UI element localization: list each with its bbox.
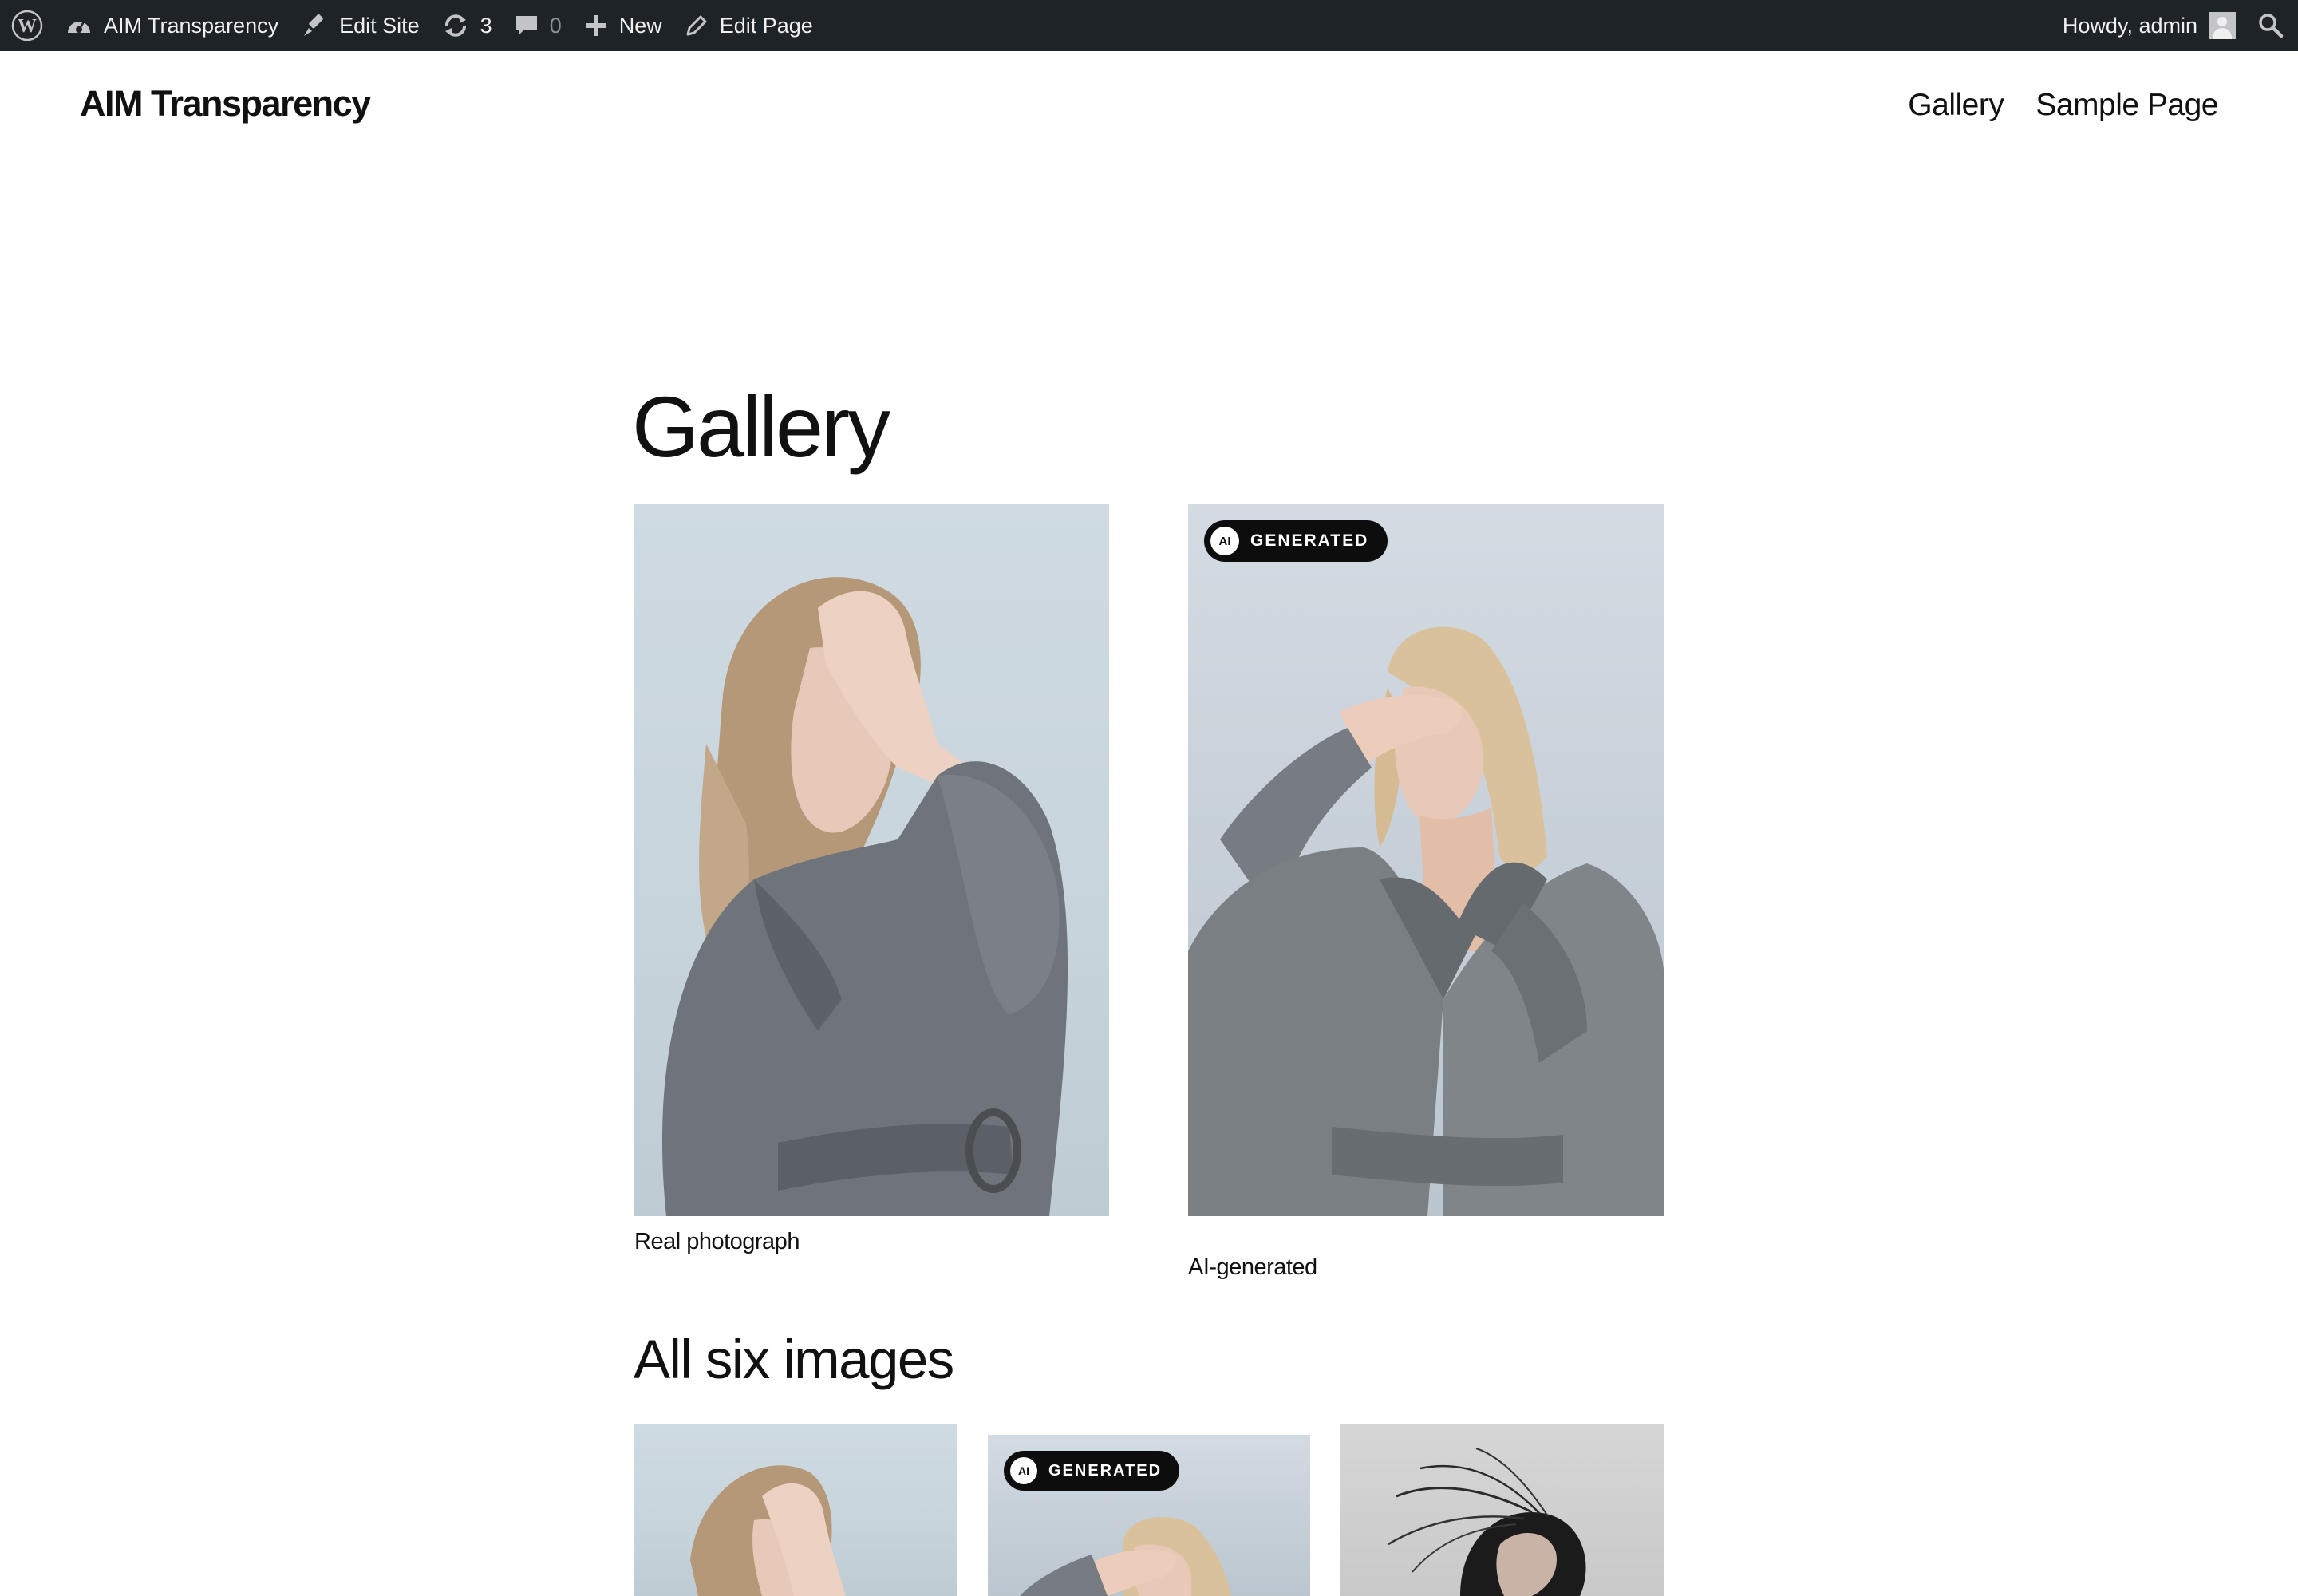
- comments-button[interactable]: 0: [503, 0, 573, 51]
- nav-item-sample-page[interactable]: Sample Page: [2035, 88, 2218, 123]
- refresh-icon: [444, 14, 466, 37]
- admin-bar: W AIM Transparency Edit Site 3 0 New Edi…: [0, 0, 2298, 51]
- updates-count: 3: [480, 13, 492, 38]
- search-button[interactable]: [2247, 0, 2298, 51]
- wordpress-logo-icon: W: [11, 10, 43, 41]
- portrait-photo-art: [1388, 1448, 1586, 1596]
- avatar: [2209, 12, 2236, 39]
- site-name-menu[interactable]: AIM Transparency: [54, 0, 290, 51]
- plus-icon: [585, 15, 606, 36]
- portrait-photo-art: [1188, 626, 1664, 1216]
- ai-label: AI: [1010, 1457, 1037, 1484]
- edit-site-label: Edit Site: [339, 13, 420, 38]
- updates-button[interactable]: 3: [431, 0, 503, 51]
- comments-count: 0: [549, 13, 562, 38]
- nav-item-gallery[interactable]: Gallery: [1908, 88, 2004, 123]
- featured-image-real[interactable]: [634, 504, 1109, 1216]
- pencil-icon: [686, 15, 707, 36]
- featured-caption-real: Real photograph: [634, 1229, 800, 1254]
- new-content-button[interactable]: New: [573, 0, 673, 51]
- edit-page-label: Edit Page: [719, 13, 813, 38]
- wordpress-logo-button[interactable]: W: [0, 0, 54, 51]
- my-account-menu[interactable]: Howdy, admin: [2051, 0, 2247, 51]
- badge-label: GENERATED: [1048, 1461, 1163, 1479]
- brush-icon: [304, 14, 323, 36]
- site-title[interactable]: AIM Transparency: [80, 83, 371, 124]
- comment-bubble-icon: [515, 16, 537, 35]
- ai-generated-badge: AI GENERATED: [1204, 520, 1388, 562]
- thumbnail-image[interactable]: [1340, 1424, 1664, 1596]
- svg-text:W: W: [18, 16, 37, 37]
- ai-generated-badge: AI GENERATED: [1004, 1451, 1180, 1491]
- dashboard-gauge-icon: [68, 20, 90, 33]
- site-name-label: AIM Transparency: [104, 13, 279, 38]
- thumbnail-image[interactable]: [634, 1424, 958, 1596]
- primary-navigation: Gallery Sample Page: [1908, 88, 2218, 123]
- edit-page-button[interactable]: Edit Page: [673, 0, 824, 51]
- portrait-photo-art: [690, 1465, 846, 1596]
- thumbnail-image-ai[interactable]: AI GENERATED: [988, 1435, 1310, 1596]
- featured-caption-ai: AI-generated: [1188, 1254, 1317, 1280]
- new-label: New: [618, 13, 662, 38]
- edit-site-button[interactable]: Edit Site: [290, 0, 431, 51]
- portrait-photo-art: [661, 577, 1068, 1216]
- page-title: Gallery: [632, 378, 890, 475]
- section-heading: All six images: [634, 1329, 954, 1390]
- featured-image-ai[interactable]: AI GENERATED: [1188, 504, 1664, 1216]
- greeting-text: Howdy, admin: [2062, 13, 2197, 38]
- search-icon: [2259, 14, 2284, 38]
- ai-label: AI: [1210, 527, 1239, 555]
- badge-label: GENERATED: [1250, 531, 1369, 550]
